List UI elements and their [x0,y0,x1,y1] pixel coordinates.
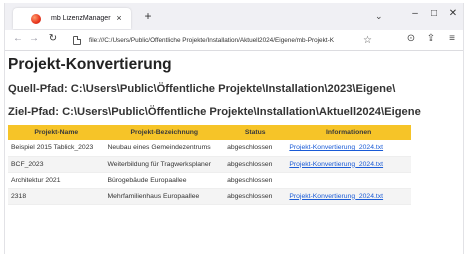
pocket-icon[interactable]: ⊙ [404,34,418,44]
table-row: 2318 Mehrfamilienhaus Europaallee abgesc… [8,188,411,205]
info-cell: Projekt-Konvertierung_2024.txt [286,156,411,173]
menu-icon[interactable]: ≡ [445,34,459,44]
source-path: Quell-Pfad: C:\Users\Public\Öffentliche … [8,83,396,95]
table-row: Architektur 2021 Bürogebäude Europaallee… [8,172,411,189]
forward-icon[interactable]: → [27,34,41,44]
status-cell: abgeschlossen [224,140,287,157]
project-description-cell: Mehrfamilienhaus Europaallee [104,188,225,205]
maximize-icon[interactable]: □ [426,9,442,19]
extensions-icon[interactable]: ⇪ [424,34,438,44]
bookmark-star-icon[interactable]: ☆ [363,35,372,46]
page-title: Projekt-Konvertierung [8,56,172,73]
target-path: Ziel-Pfad: C:\Users\Public\Öffentliche P… [8,106,421,118]
project-name-cell: BCF_2023 [8,156,105,173]
reload-icon[interactable]: ↻ [46,34,60,44]
project-description-cell: Weiterbildung für Tragwerksplaner [104,156,225,173]
project-description-cell: Neubau eines Gemeindezentrums [104,140,225,157]
status-cell: abgeschlossen [224,172,287,189]
info-cell [286,172,411,189]
status-cell: abgeschlossen [224,188,287,205]
tab-strip: mb LizenzManager × + ⌄ – □ ✕ [5,3,463,30]
info-cell: Projekt-Konvertierung_2024.txt [286,188,411,205]
conversion-table: Projekt-Name Projekt-Bezeichnung Status … [8,125,411,205]
minimize-icon[interactable]: – [407,9,423,19]
close-window-icon[interactable]: ✕ [445,9,461,19]
project-name-cell: Architektur 2021 [8,172,105,189]
status-cell: abgeschlossen [224,156,287,173]
info-link[interactable]: Projekt-Konvertierung_2024.txt [289,161,383,168]
file-icon [73,35,81,45]
table-header-row: Projekt-Name Projekt-Bezeichnung Status … [8,125,411,140]
column-header: Projekt-Name [8,125,105,140]
project-name-cell: 2318 [8,188,105,205]
project-name-cell: Beispiel 2015 Tablick_2023 [8,140,105,157]
url-text[interactable]: file:///C:/Users/Public/Öffentliche Proj… [89,37,359,44]
tab-title: mb LizenzManager [51,15,111,22]
new-tab-icon[interactable]: + [141,10,155,22]
column-header: Status [224,125,287,140]
tab-list-chevron-icon[interactable]: ⌄ [375,11,383,22]
info-link[interactable]: Projekt-Konvertierung_2024.txt [289,144,383,151]
info-link[interactable]: Projekt-Konvertierung_2024.txt [289,193,383,200]
project-description-cell: Bürogebäude Europaallee [104,172,225,189]
page-content: Projekt-Konvertierung Quell-Pfad: C:\Use… [8,56,452,205]
tab-close-icon[interactable]: × [113,14,125,23]
browser-tab[interactable]: mb LizenzManager × [13,8,131,29]
url-bar[interactable]: file:///C:/Users/Public/Öffentliche Proj… [73,32,385,48]
navigation-bar: ← → ↻ file:///C:/Users/Public/Öffentlich… [5,30,463,51]
favicon-icon [31,13,41,24]
table-row: Beispiel 2015 Tablick_2023 Neubau eines … [8,140,411,157]
table-row: BCF_2023 Weiterbildung für Tragwerksplan… [8,156,411,173]
column-header: Informationen [286,125,411,140]
column-header: Projekt-Bezeichnung [104,125,225,140]
info-cell: Projekt-Konvertierung_2024.txt [286,140,411,157]
back-icon[interactable]: ← [11,34,25,44]
